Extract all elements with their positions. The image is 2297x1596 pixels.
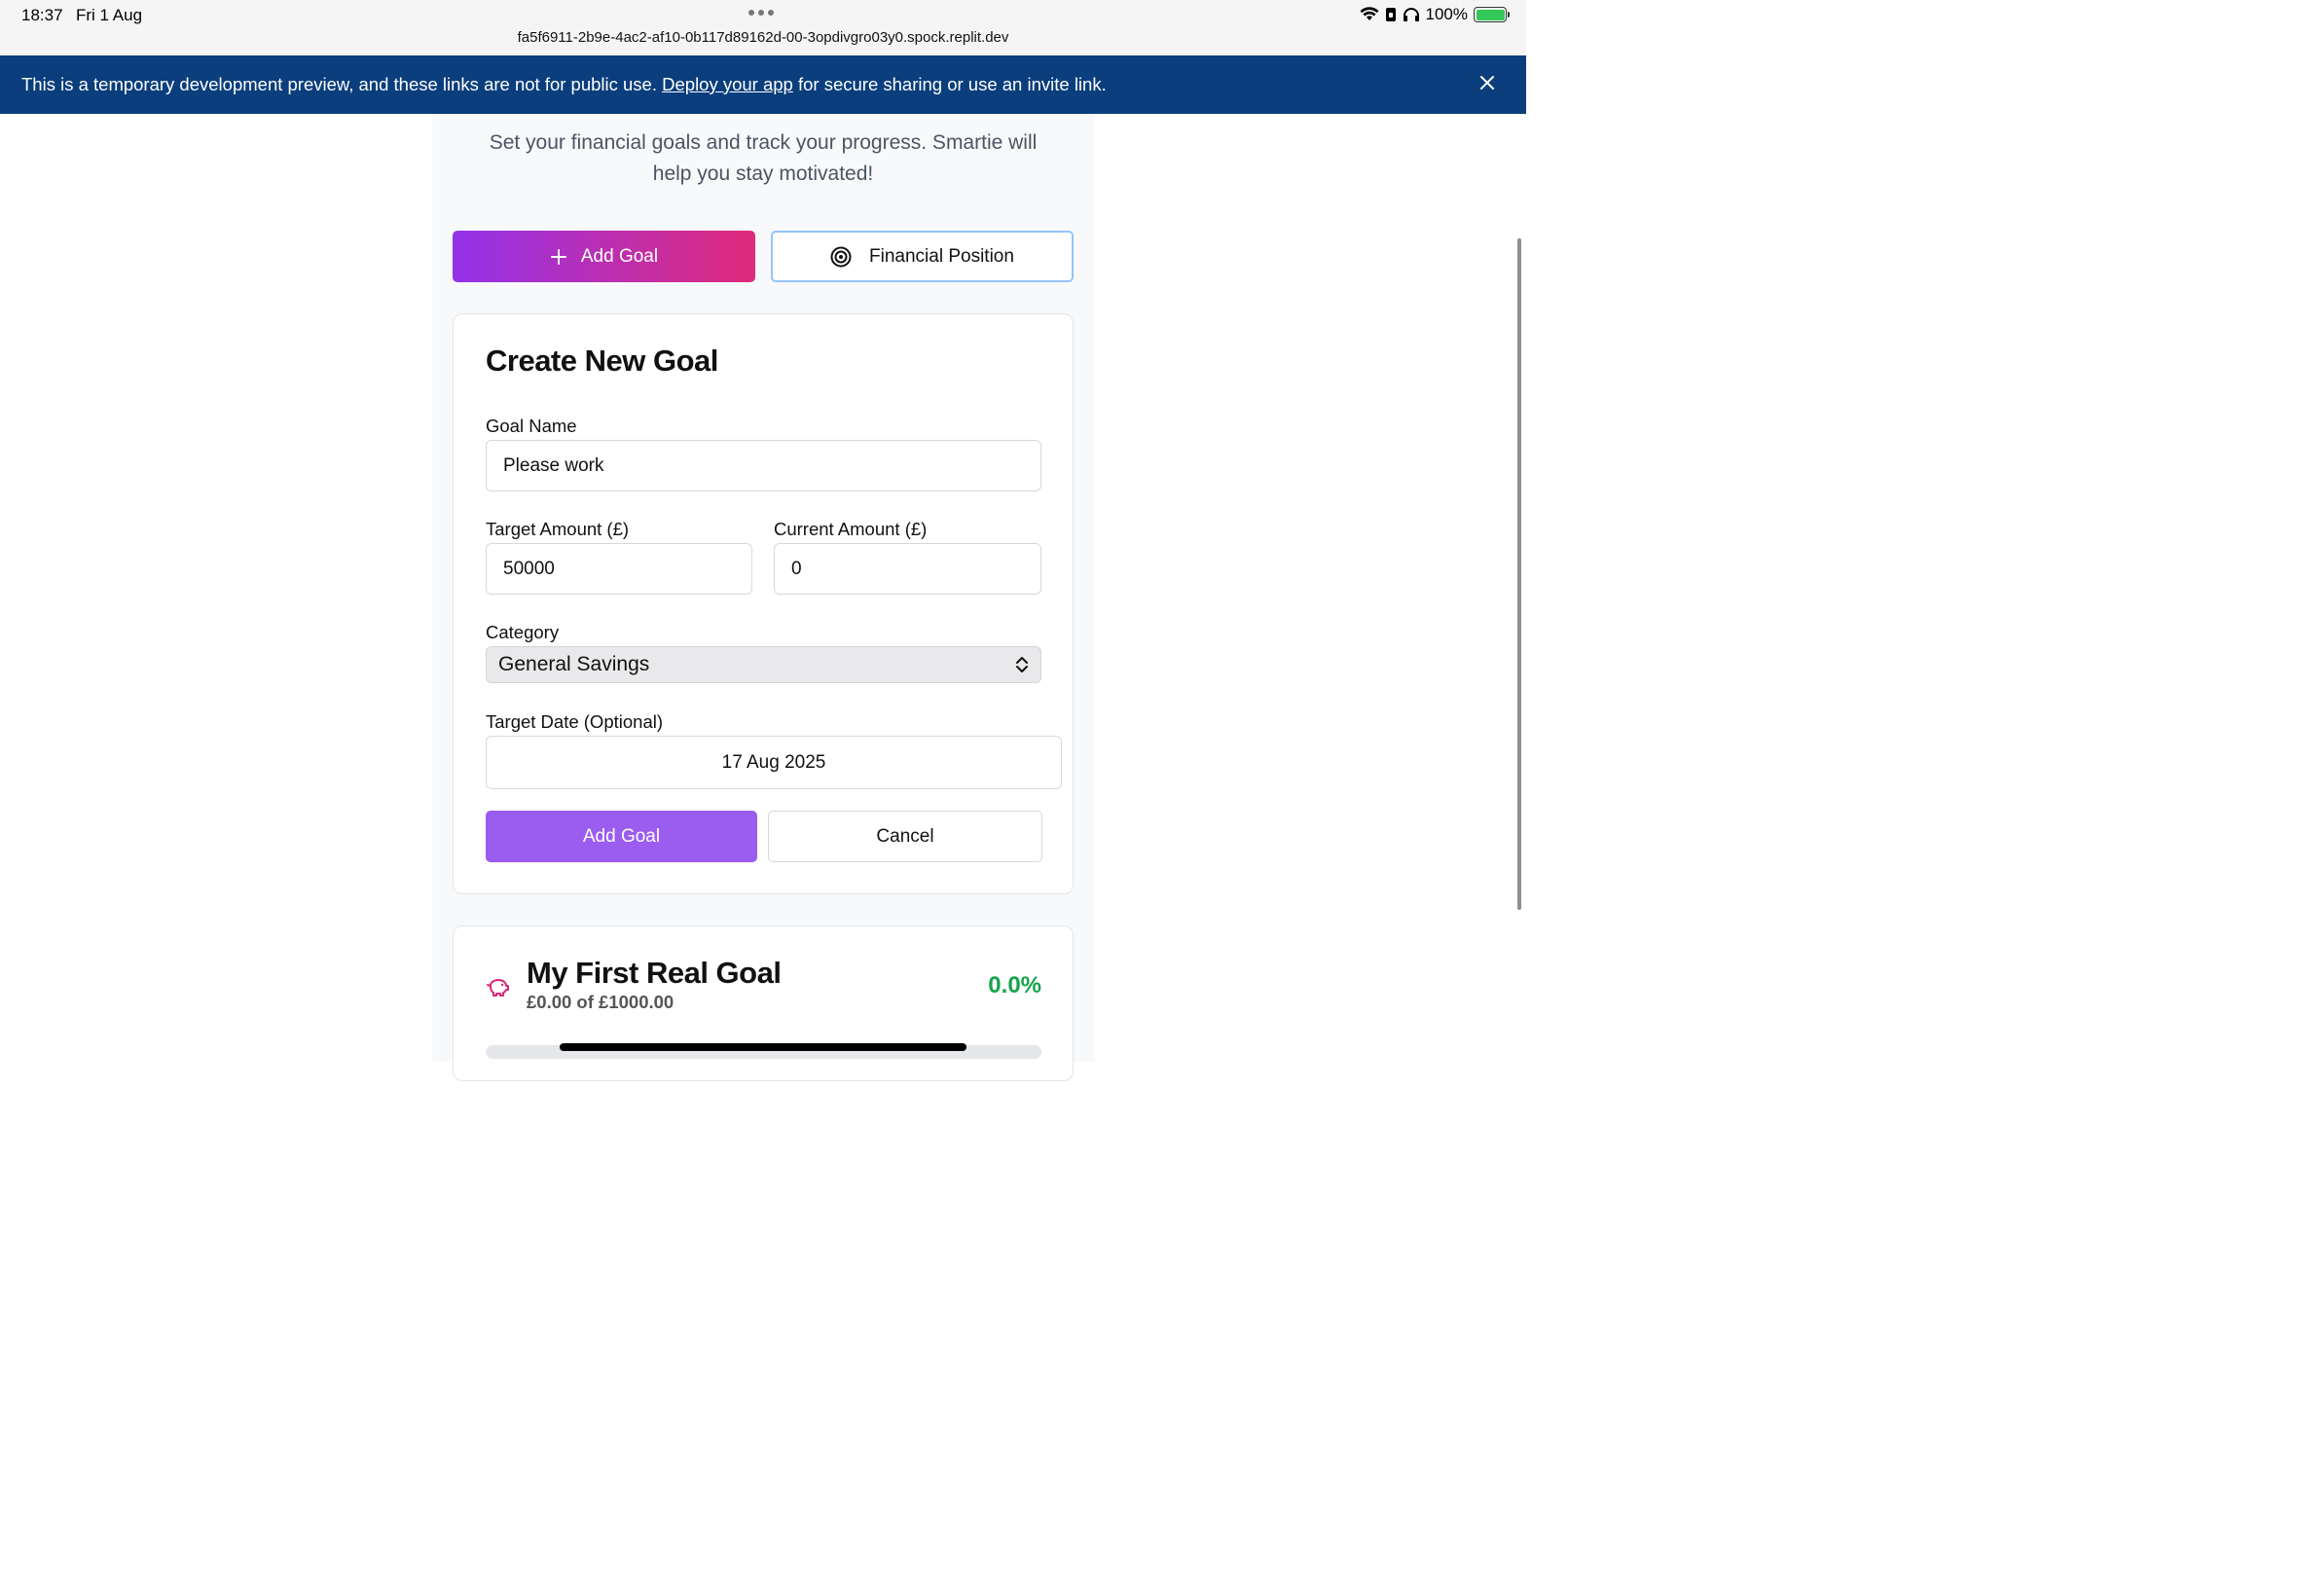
- goal-amount: £0.00 of £1000.00: [527, 992, 675, 1012]
- submit-goal-button[interactable]: Add Goal: [486, 811, 757, 862]
- target-date-label: Target Date (Optional): [486, 711, 664, 732]
- cancel-button[interactable]: Cancel: [768, 811, 1042, 862]
- add-goal-button[interactable]: Add Goal: [453, 231, 755, 282]
- current-amount-label: Current Amount (£): [774, 519, 928, 539]
- financial-position-label: Financial Position: [869, 245, 1014, 267]
- close-icon[interactable]: [1477, 73, 1497, 92]
- category-label: Category: [486, 622, 560, 642]
- dev-preview-banner: This is a temporary development preview,…: [0, 55, 1526, 114]
- goal-card: My First Real Goal £0.00 of £1000.00 0.0…: [453, 925, 1074, 1081]
- financial-position-button[interactable]: Financial Position: [771, 231, 1074, 282]
- intro-line-2: help you stay motivated!: [652, 163, 874, 185]
- home-indicator[interactable]: [560, 1043, 966, 1051]
- piggy-bank-icon: [487, 979, 509, 997]
- target-amount-input[interactable]: 50000: [486, 543, 752, 595]
- category-select[interactable]: General Savings: [486, 646, 1041, 683]
- battery-icon: [1474, 7, 1510, 22]
- goal-percent: 0.0%: [988, 972, 1041, 998]
- banner-text-after: for secure sharing or use an invite link…: [792, 74, 1107, 94]
- goal-name-input[interactable]: Please work: [486, 440, 1041, 491]
- status-icons: 100%: [1360, 5, 1510, 24]
- battery-percent: 100%: [1425, 5, 1468, 23]
- banner-text-before: This is a temporary development preview,…: [21, 74, 663, 94]
- status-time: 18:37: [21, 6, 63, 24]
- status-bar: 18:37 Fri 1 Aug fa5f6911-2b9e-4ac2-af10-…: [0, 0, 1526, 55]
- intro-line-1: Set your financial goals and track your …: [489, 131, 1038, 154]
- current-amount-input[interactable]: 0: [774, 543, 1041, 595]
- add-goal-label: Add Goal: [580, 245, 659, 267]
- category-value: General Savings: [498, 653, 650, 675]
- chevron-updown-icon: [1016, 657, 1028, 672]
- goal-name-label: Goal Name: [486, 416, 577, 436]
- create-goal-form: Create New Goal Goal Name Please work Ta…: [453, 313, 1074, 894]
- lock-icon: [1385, 8, 1396, 21]
- main-column: Set your financial goals and track your …: [432, 114, 1094, 1081]
- status-date: Fri 1 Aug: [76, 6, 143, 24]
- multitasking-dots[interactable]: [748, 10, 778, 19]
- intro-text: Set your financial goals and track your …: [432, 127, 1094, 190]
- scrollbar[interactable]: [1517, 238, 1521, 910]
- goal-title: My First Real Goal: [527, 956, 782, 990]
- headphones-icon: [1403, 8, 1419, 21]
- form-title: Create New Goal: [486, 344, 718, 378]
- address-url[interactable]: fa5f6911-2b9e-4ac2-af10-0b117d89162d-00-…: [0, 29, 1526, 46]
- target-amount-label: Target Amount (£): [486, 519, 630, 539]
- plus-icon: [550, 248, 566, 265]
- deploy-app-link[interactable]: Deploy your app: [662, 74, 793, 95]
- target-icon: [830, 246, 852, 267]
- wifi-icon: [1360, 7, 1379, 20]
- target-date-input[interactable]: 17 Aug 2025: [486, 736, 1062, 789]
